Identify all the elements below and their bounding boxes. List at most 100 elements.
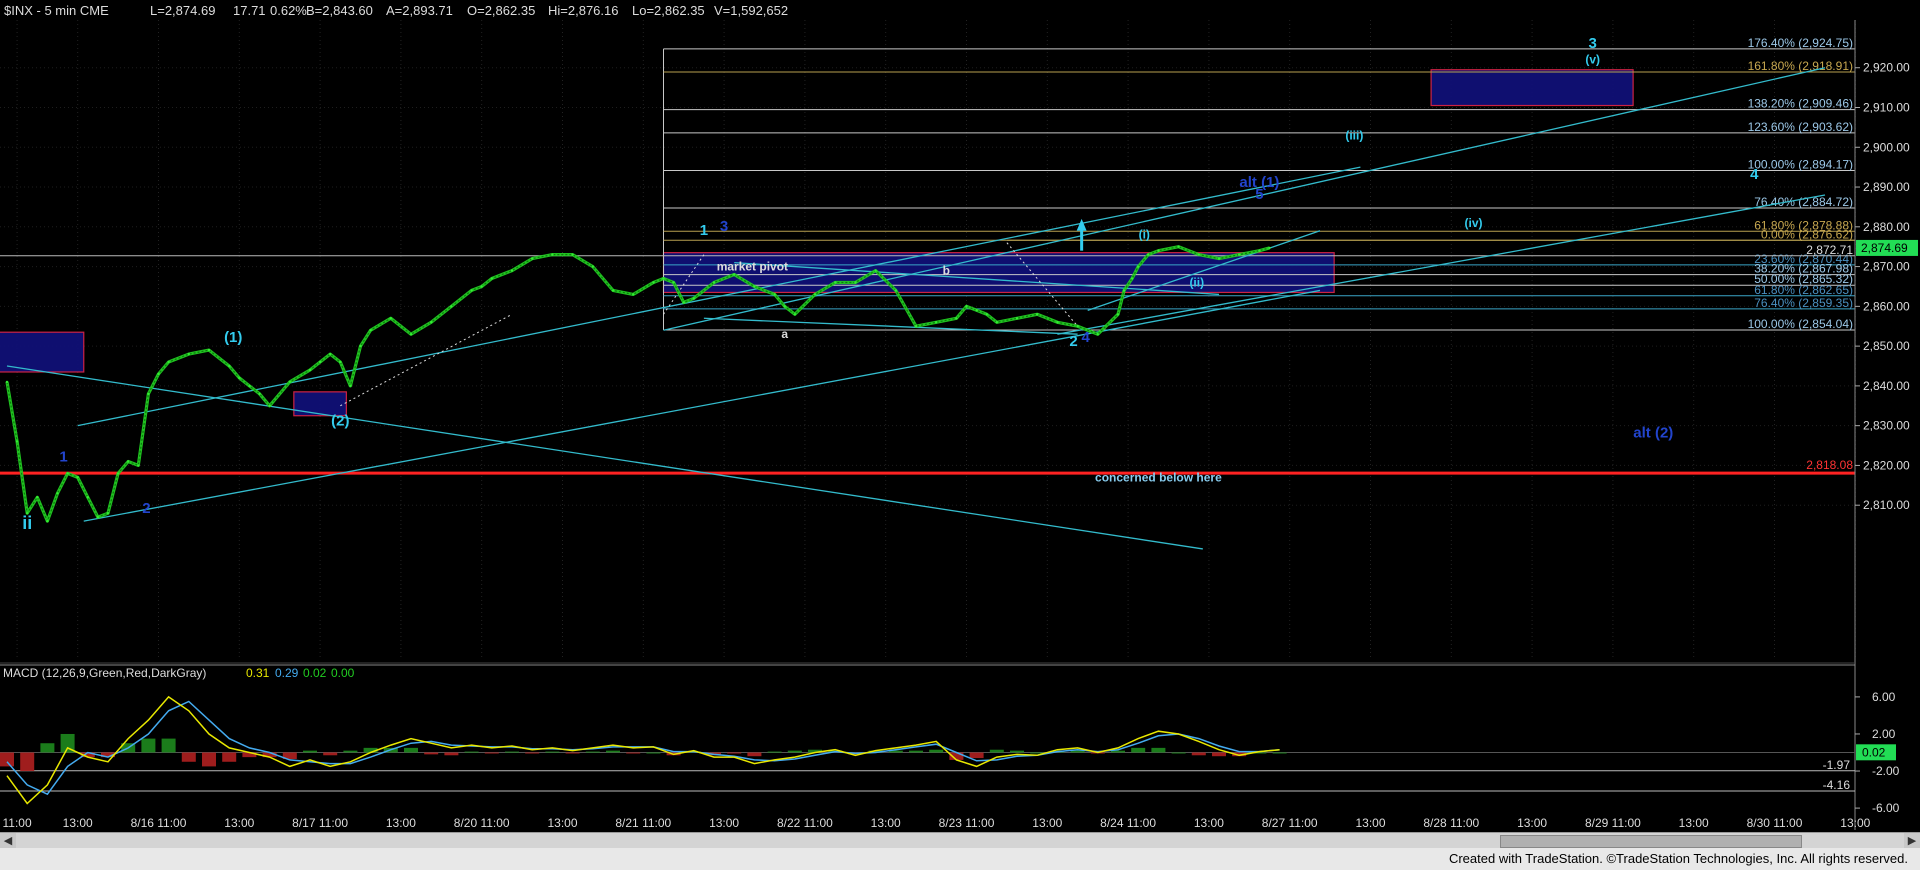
macd-histogram-bar [929, 749, 944, 753]
time-tick-label: 13:00 [1355, 816, 1385, 830]
time-tick-label: 8/29 11:00 [1585, 816, 1641, 830]
price-point [874, 269, 877, 272]
price-point [682, 301, 685, 304]
fib-label: 161.80% (2,918.91) [1748, 59, 1853, 73]
macd-histogram-bar [404, 747, 418, 753]
price-point [1116, 313, 1120, 316]
price-point [985, 313, 988, 316]
time-tick-label: 13:00 [1194, 816, 1224, 830]
macd-histogram-bar [727, 752, 742, 754]
ask-label: A=2,893.71 [386, 3, 453, 18]
macd-histogram-bar [141, 738, 156, 753]
fib-label: 76.40% (2,859.35) [1754, 296, 1853, 310]
wave-label: 4 [1750, 166, 1759, 183]
wave-label: 3 [720, 218, 728, 235]
wave-label: concerned below here [1095, 470, 1222, 484]
time-tick-label: 11:00 [3, 816, 32, 830]
price-point [773, 293, 776, 296]
price-point [1036, 313, 1039, 316]
price-point [106, 511, 110, 515]
time-tick-label: 8/30 11:00 [1747, 816, 1803, 830]
time-tick-label: 8/27 11:00 [1262, 816, 1318, 830]
price-point [238, 376, 241, 380]
price-tick-label: 2,910.00 [1863, 100, 1910, 114]
wave-label: 1 [59, 448, 67, 465]
price-point [1130, 277, 1134, 280]
percent-label: 0.62% [270, 3, 307, 18]
macd-histogram-bar [40, 743, 55, 753]
price-tick-label: 2,890.00 [1863, 180, 1910, 194]
price-point [490, 277, 493, 280]
macd-histogram-bar [303, 750, 317, 753]
price-point [187, 352, 190, 356]
macd-histogram-bar [747, 752, 762, 757]
scroll-right-arrow-icon[interactable]: ▶ [1904, 833, 1920, 849]
price-point [5, 380, 9, 384]
price-point [147, 392, 150, 396]
low-label: Lo=2,862.35 [632, 3, 705, 18]
price-point [662, 277, 665, 280]
time-tick-label: 8/17 11:00 [292, 816, 348, 830]
macd-histogram-bar [323, 752, 338, 756]
price-point [86, 496, 90, 499]
fib-label: 61.80% (2,862.65) [1754, 283, 1853, 297]
fib-label: 100.00% (2,894.17) [1748, 157, 1853, 171]
wave-label: (iii) [1345, 128, 1363, 142]
macd-histogram-bar [767, 751, 782, 753]
price-point [813, 293, 817, 296]
target-box [0, 331, 85, 373]
price-point [228, 364, 231, 368]
price-point [854, 281, 857, 284]
wave-label: 2 [1069, 333, 1077, 350]
time-tick-label: 8/20 11:00 [454, 816, 510, 830]
price-point [783, 305, 786, 308]
macd-histogram-bar [606, 750, 620, 753]
macd-value-1: 0.31 [246, 666, 270, 680]
price-point [116, 472, 120, 475]
price-point [409, 332, 413, 336]
price-point [157, 372, 160, 376]
wave-label: 1 [700, 222, 708, 239]
price-point [339, 360, 342, 364]
macd-histogram-bar [565, 752, 580, 754]
price-point [359, 344, 362, 348]
last-price-label: 2,874.69 [1861, 241, 1908, 255]
price-point [36, 496, 39, 499]
macd-value-4: 0.00 [331, 666, 355, 680]
macd-histogram-bar [545, 751, 560, 753]
chart-canvas: $INX - 5 min CME L=2,874.69 17.71 0.62% … [0, 0, 1920, 870]
price-point [248, 384, 251, 388]
time-tick-label: 8/16 11:00 [131, 816, 187, 830]
macd-histogram-bar [181, 752, 196, 762]
time-tick-label: 8/21 11:00 [615, 816, 671, 830]
time-tick-label: 13:00 [1517, 816, 1547, 830]
price-point [318, 360, 322, 364]
macd-histogram-bar [0, 752, 14, 767]
time-tick-label: 13:00 [386, 816, 416, 830]
macd-histogram-bar [1151, 747, 1166, 753]
macd-histogram-bar [505, 751, 519, 753]
price-tick-label: 2,920.00 [1863, 61, 1910, 75]
scroll-thumb[interactable] [1500, 835, 1802, 848]
price-point [1217, 257, 1221, 260]
wave-label: market pivot [717, 260, 788, 274]
wave-label: a [781, 327, 788, 341]
price-point [894, 289, 897, 292]
time-tick-label: 13:00 [1840, 816, 1870, 830]
support-label: 2,818.08 [1806, 458, 1853, 472]
wave-label: ii [22, 513, 32, 533]
wave-label: (iv) [1465, 216, 1483, 230]
macd-tick-label: -2.00 [1872, 764, 1900, 778]
reference-label: 2,872.71 [1806, 243, 1853, 257]
price-point [207, 348, 211, 352]
price-point [652, 281, 655, 284]
macd-histogram-bar [1191, 752, 1206, 756]
price-point [965, 305, 968, 308]
time-tick-label: 13:00 [871, 816, 901, 830]
price-point [1056, 321, 1059, 324]
fib-label: 138.20% (2,909.46) [1748, 97, 1853, 111]
scroll-left-arrow-icon[interactable]: ◀ [0, 833, 16, 849]
price-point [127, 460, 130, 463]
macd-histogram-bar [464, 751, 479, 753]
price-point [430, 321, 433, 324]
